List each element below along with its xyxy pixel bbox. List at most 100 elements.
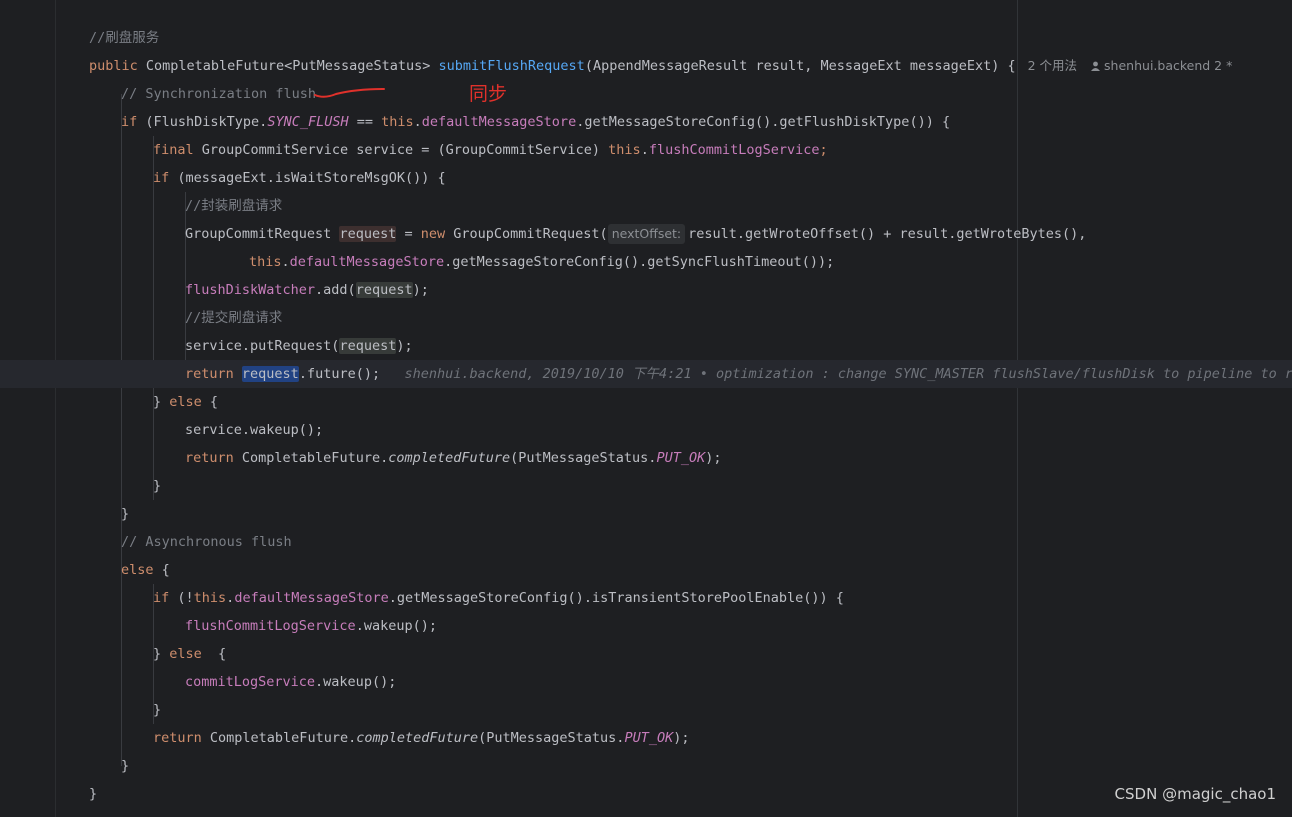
- code-token: }: [153, 478, 162, 494]
- code-token: request: [339, 226, 397, 242]
- code-token: .wakeup();: [355, 618, 437, 634]
- code-line[interactable]: // Synchronization flush: [0, 80, 1292, 108]
- code-token: GroupCommitRequest: [185, 226, 340, 242]
- code-token: .getMessageStoreConfig().getSyncFlushTim…: [444, 254, 835, 270]
- red-underline-annotation: [314, 88, 385, 98]
- code-line[interactable]: }: [0, 780, 1292, 808]
- code-line[interactable]: final GroupCommitService service = (Grou…: [0, 136, 1292, 164]
- code-token: service.putRequest(: [185, 338, 340, 354]
- code-line[interactable]: if (!this.defaultMessageStore.getMessage…: [0, 584, 1292, 612]
- code-token: ==: [348, 114, 382, 130]
- code-token: GroupCommitService service = (GroupCommi…: [201, 142, 609, 158]
- code-line[interactable]: //刷盘服务: [0, 24, 1292, 52]
- code-token: SYNC_FLUSH: [267, 114, 349, 130]
- code-line[interactable]: }: [0, 696, 1292, 724]
- code-token: result.getWroteOffset() + result.getWrot…: [688, 226, 1087, 242]
- code-line[interactable]: // Asynchronous flush: [0, 528, 1292, 556]
- code-line[interactable]: if (messageExt.isWaitStoreMsgOK()) {: [0, 164, 1292, 192]
- code-token: .: [640, 142, 649, 158]
- code-token: else: [169, 646, 219, 662]
- code-token: {: [161, 562, 170, 578]
- code-token: completedFuture: [388, 450, 511, 466]
- code-token: //刷盘服务: [89, 30, 160, 46]
- code-token: );: [412, 282, 429, 298]
- watermark: CSDN @magic_chao1: [1114, 785, 1276, 803]
- code-line[interactable]: //提交刷盘请求: [0, 304, 1292, 332]
- code-token: CompletableFuture.: [241, 450, 389, 466]
- code-line[interactable]: return CompletableFuture.completedFuture…: [0, 444, 1292, 472]
- code-token: this: [608, 142, 641, 158]
- code-token: // Asynchronous flush: [121, 534, 292, 550]
- code-token: CompletableFuture.: [209, 730, 357, 746]
- code-line[interactable]: } else {: [0, 640, 1292, 668]
- code-line[interactable]: //封装刷盘请求: [0, 192, 1292, 220]
- code-token: final: [153, 142, 202, 158]
- code-token: (AppendMessageResult result, MessageExt …: [584, 58, 1016, 74]
- code-line[interactable]: else {: [0, 556, 1292, 584]
- code-token: .getMessageStoreConfig().getFlushDiskTyp…: [576, 114, 951, 130]
- code-line[interactable]: return CompletableFuture.completedFuture…: [0, 724, 1292, 752]
- code-line[interactable]: }: [0, 500, 1292, 528]
- code-token: else: [121, 562, 162, 578]
- code-line[interactable]: }: [0, 472, 1292, 500]
- code-line[interactable]: flushDiskWatcher.add(request);: [0, 276, 1292, 304]
- code-token: }: [153, 646, 170, 662]
- code-token: }: [89, 786, 98, 802]
- code-token: (messageExt.isWaitStoreMsgOK()) {: [177, 170, 446, 186]
- code-token: ;: [819, 142, 828, 158]
- code-token: // Synchronization flush: [121, 86, 317, 102]
- code-line[interactable]: commitLogService.wakeup();: [0, 668, 1292, 696]
- code-token: if: [153, 170, 178, 186]
- code-token: .add(: [315, 282, 356, 298]
- code-token: {: [218, 646, 227, 662]
- code-line[interactable]: public CompletableFuture<PutMessageStatu…: [0, 52, 1292, 80]
- author-inlay[interactable]: shenhui.backend 2 *: [1104, 58, 1232, 73]
- code-token: if: [153, 590, 178, 606]
- code-token: flushCommitLogService: [648, 142, 820, 158]
- code-token: }: [121, 506, 130, 522]
- code-token: .getMessageStoreConfig().isTransientStor…: [388, 590, 844, 606]
- code-line[interactable]: if (FlushDiskType.SYNC_FLUSH == this.def…: [0, 108, 1292, 136]
- code-token: PUT_OK: [656, 450, 706, 466]
- code-token: );: [396, 338, 413, 354]
- code-token: (PutMessageStatus.: [478, 730, 625, 746]
- code-token: if: [121, 114, 146, 130]
- code-line[interactable]: return request.future(); shenhui.backend…: [0, 360, 1292, 388]
- code-token: else: [169, 394, 210, 410]
- code-token: new: [420, 226, 454, 242]
- code-token: public: [89, 58, 146, 74]
- parameter-hint: nextOffset:: [607, 224, 686, 244]
- code-token: submitFlushRequest: [438, 58, 585, 74]
- code-token: }: [153, 394, 170, 410]
- code-token: defaultMessageStore: [421, 114, 577, 130]
- code-line[interactable]: } else {: [0, 388, 1292, 416]
- code-token: return: [185, 366, 242, 382]
- code-token: defaultMessageStore: [289, 254, 445, 270]
- code-token: .: [413, 114, 422, 130]
- usages-inlay[interactable]: 2 个用法: [1028, 58, 1077, 73]
- code-line[interactable]: this.defaultMessageStore.getMessageStore…: [0, 248, 1292, 276]
- code-token: //封装刷盘请求: [185, 198, 283, 214]
- code-token: return: [153, 730, 210, 746]
- code-token: );: [673, 730, 690, 746]
- code-token: {: [209, 394, 219, 410]
- code-token: }: [153, 702, 162, 718]
- code-token: request: [355, 282, 413, 298]
- code-token: =: [396, 226, 421, 242]
- code-token: flushCommitLogService: [185, 618, 356, 634]
- code-token: PUT_OK: [624, 730, 674, 746]
- code-line[interactable]: service.putRequest(request);: [0, 332, 1292, 360]
- code-token: .future();: [298, 366, 405, 382]
- person-icon: [1091, 58, 1101, 73]
- annotation-label: 同步: [469, 83, 508, 105]
- code-line[interactable]: flushCommitLogService.wakeup();: [0, 612, 1292, 640]
- code-token: service.wakeup();: [185, 422, 324, 438]
- code-line[interactable]: }: [0, 752, 1292, 780]
- code-line[interactable]: service.wakeup();: [0, 416, 1292, 444]
- code-line[interactable]: GroupCommitRequest request = new GroupCo…: [0, 220, 1292, 248]
- code-token: this: [193, 590, 227, 606]
- code-token: commitLogService: [185, 674, 316, 690]
- code-token: return: [185, 450, 242, 466]
- code-token: .wakeup();: [315, 674, 397, 690]
- code-token: this: [249, 254, 282, 270]
